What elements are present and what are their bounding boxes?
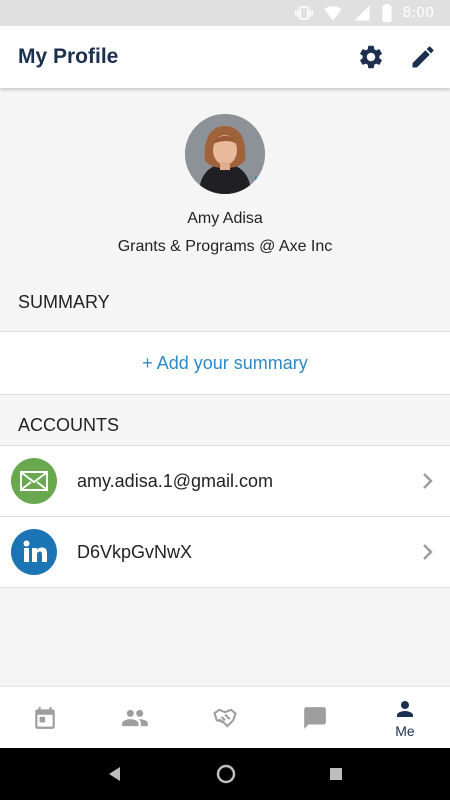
people-icon	[122, 709, 148, 726]
profile-header: Amy Adisa Grants & Programs @ Axe Inc	[0, 114, 450, 256]
linkedin-icon	[11, 529, 57, 575]
person-icon	[397, 700, 413, 717]
nav-me[interactable]: Me	[360, 687, 450, 748]
account-row-linkedin[interactable]: D6VkpGvNwX	[0, 517, 450, 588]
nav-me-label: Me	[395, 722, 415, 739]
settings-button[interactable]	[346, 32, 396, 82]
vibrate-icon	[294, 6, 313, 20]
summary-card: + Add your summary	[0, 331, 450, 395]
recents-icon[interactable]	[328, 766, 344, 782]
avatar[interactable]	[185, 114, 265, 194]
nav-meetings[interactable]	[180, 687, 270, 748]
accounts-list: amy.adisa.1@gmail.com D6VkpGvNwX	[0, 445, 450, 588]
add-summary-link[interactable]: + Add your summary	[142, 353, 308, 374]
profile-name: Amy Adisa	[187, 210, 263, 227]
status-time: 8:00	[402, 5, 434, 21]
accounts-header: ACCOUNTS	[18, 415, 120, 435]
summary-header: SUMMARY	[18, 292, 110, 312]
avatar-photo	[185, 114, 265, 194]
battery-icon	[382, 4, 392, 22]
chevron-right-icon	[416, 469, 440, 493]
calendar-icon	[35, 706, 55, 729]
account-label: amy.adisa.1@gmail.com	[77, 470, 274, 491]
pencil-icon	[412, 46, 434, 68]
app-bar: My Profile	[0, 26, 450, 88]
email-icon	[11, 458, 57, 504]
home-icon[interactable]	[215, 763, 237, 785]
nav-messages[interactable]	[270, 687, 360, 748]
nav-calendar[interactable]	[0, 687, 90, 748]
back-icon[interactable]	[106, 765, 124, 783]
edit-profile-button[interactable]	[398, 32, 448, 82]
status-bar: 8:00	[0, 0, 450, 26]
signal-lte-icon	[354, 5, 370, 21]
profile-role: Grants & Programs @ Axe Inc	[117, 238, 333, 255]
page-title: My Profile	[18, 45, 119, 68]
wifi-icon	[323, 6, 342, 21]
chat-icon	[304, 706, 326, 729]
chevron-right-icon	[416, 540, 440, 564]
bottom-nav: Me	[0, 686, 450, 748]
profile-content: Amy Adisa Grants & Programs @ Axe Inc SU…	[0, 88, 450, 686]
account-row-email[interactable]: amy.adisa.1@gmail.com	[0, 446, 450, 517]
nav-people[interactable]	[90, 687, 180, 748]
account-label: D6VkpGvNwX	[77, 541, 193, 562]
gear-icon	[360, 45, 382, 69]
handshake-icon	[213, 708, 237, 728]
system-nav-bar	[0, 748, 450, 800]
